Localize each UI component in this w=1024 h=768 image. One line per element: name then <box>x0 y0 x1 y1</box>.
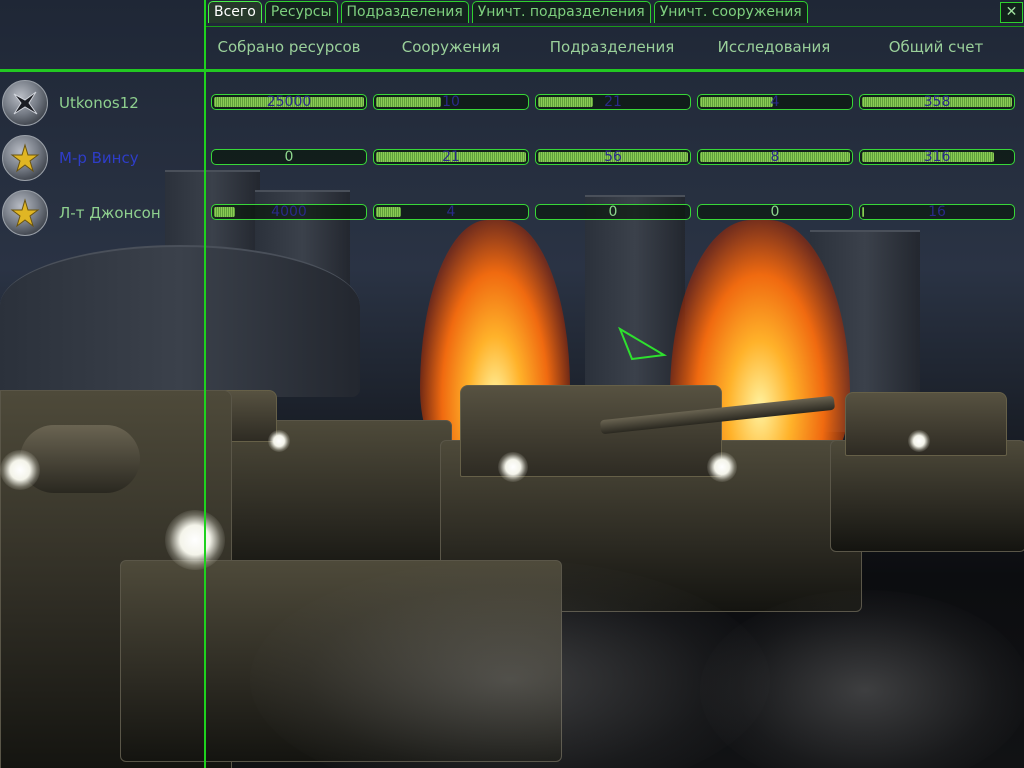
ruin-dome <box>0 245 360 397</box>
hud-divider-horizontal <box>0 69 1024 72</box>
stat-value: 16 <box>928 204 946 220</box>
stat-bar: 0 <box>697 204 853 220</box>
player-name: Utkonos12 <box>59 94 139 112</box>
stat-value: 0 <box>770 204 780 220</box>
player-avatar <box>2 135 48 181</box>
tank-headlight <box>498 452 528 482</box>
stat-value: 25000 <box>266 94 312 110</box>
stat-bar: 4 <box>373 204 529 220</box>
tab-destroyed-structures[interactable]: Уничт. сооружения <box>653 1 808 23</box>
stat-bar: 0 <box>535 204 691 220</box>
column-header-total-score: Общий счет <box>888 38 984 56</box>
column-header-units: Подразделения <box>549 38 675 56</box>
tank <box>830 440 1024 552</box>
stat-bar: 358 <box>859 94 1015 110</box>
tab-baseline <box>206 26 1024 27</box>
stat-value: 358 <box>923 94 951 110</box>
cursor-arrow-icon <box>618 327 668 361</box>
stat-bar: 16 <box>859 204 1015 220</box>
tank-headlight <box>0 450 40 490</box>
stat-value: 21 <box>604 94 622 110</box>
stat-value: 0 <box>608 204 618 220</box>
stat-value: 10 <box>442 94 460 110</box>
column-header-research: Исследования <box>717 38 831 56</box>
stat-value: 4 <box>446 204 456 220</box>
tab-resources[interactable]: Ресурсы <box>264 1 338 23</box>
player-avatar <box>2 190 48 236</box>
tank-headlight <box>908 430 930 452</box>
stat-bar: 21 <box>373 149 529 165</box>
stat-value: 316 <box>923 149 951 165</box>
tab-units[interactable]: Подразделения <box>340 1 469 23</box>
stat-value: 8 <box>770 149 780 165</box>
stat-bar: 4 <box>697 94 853 110</box>
player-avatar <box>2 80 48 126</box>
stat-value: 0 <box>284 149 294 165</box>
stat-value: 56 <box>604 149 622 165</box>
player-row: Utkonos12 25000 10 21 4 358 <box>0 78 1024 128</box>
stat-bar: 8 <box>697 149 853 165</box>
star-emblem-icon <box>10 198 40 228</box>
tank-headlight <box>165 510 225 570</box>
stat-bar: 10 <box>373 94 529 110</box>
player-row: М-р Винсу 0 21 56 8 316 <box>0 133 1024 183</box>
player-name: Л-т Джонсон <box>59 204 161 222</box>
column-header-resources-collected: Собрано ресурсов <box>217 38 361 56</box>
stat-value: 4000 <box>271 204 307 220</box>
tank-headlight <box>268 430 290 452</box>
tank-headlight <box>707 452 737 482</box>
tank-barrel <box>20 425 140 493</box>
player-row: Л-т Джонсон 4000 4 0 0 16 <box>0 188 1024 238</box>
stat-value: 21 <box>442 149 460 165</box>
star-emblem-icon <box>10 143 40 173</box>
stat-value: 4 <box>770 94 780 110</box>
stat-bar: 0 <box>211 149 367 165</box>
column-header-structures: Сооружения <box>401 38 501 56</box>
stat-bar: 56 <box>535 149 691 165</box>
stat-bar: 4000 <box>211 204 367 220</box>
tab-total[interactable]: Всего <box>208 1 262 23</box>
close-icon: ✕ <box>1005 4 1018 20</box>
smoke <box>700 590 1024 768</box>
player-name: М-р Винсу <box>59 149 139 167</box>
close-button[interactable]: ✕ <box>1000 2 1023 23</box>
stat-bar: 316 <box>859 149 1015 165</box>
stat-bar: 21 <box>535 94 691 110</box>
stats-tabs: Всего Ресурсы Подразделения Уничт. подра… <box>208 1 808 24</box>
stat-bar: 25000 <box>211 94 367 110</box>
tab-destroyed-units[interactable]: Уничт. подразделения <box>471 1 651 23</box>
faction-emblem-icon <box>13 91 38 115</box>
